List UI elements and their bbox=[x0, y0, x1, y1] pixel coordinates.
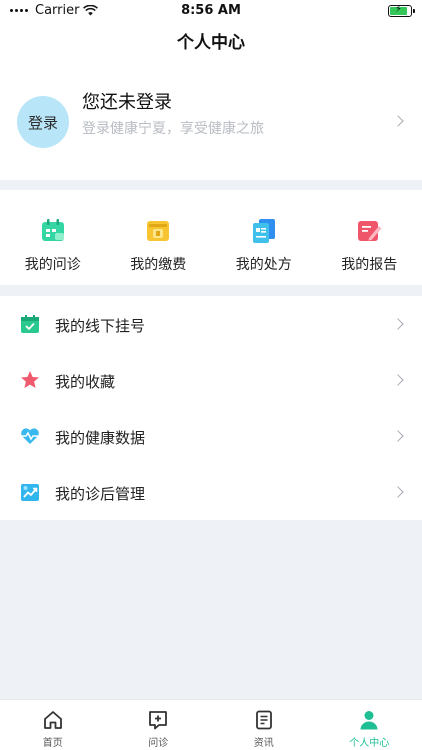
profile-name: 您还未登录 bbox=[82, 92, 172, 113]
quick-action-consultation[interactable]: 我的问诊 bbox=[0, 190, 106, 285]
chevron-right-icon bbox=[392, 318, 404, 330]
star-icon bbox=[21, 371, 39, 388]
menu-item-post-diagnosis[interactable]: 我的诊后管理 bbox=[0, 464, 422, 520]
quick-action-payment[interactable]: 我的缴费 bbox=[106, 190, 212, 285]
chevron-right-icon bbox=[392, 486, 404, 498]
quick-action-report[interactable]: 我的报告 bbox=[317, 190, 422, 285]
prescription-icon bbox=[252, 219, 275, 243]
tab-profile[interactable]: 个人中心 bbox=[317, 700, 422, 750]
tab-label: 问诊 bbox=[148, 738, 169, 749]
person-icon bbox=[360, 711, 378, 730]
chevron-right-icon bbox=[392, 430, 404, 442]
menu-item-offline-registration[interactable]: 我的线下挂号 bbox=[0, 296, 422, 352]
tab-news[interactable]: 资讯 bbox=[211, 700, 317, 750]
calendar-check-icon bbox=[21, 315, 39, 333]
login-avatar-button[interactable]: 登录 bbox=[17, 96, 69, 148]
menu-item-label: 我的诊后管理 bbox=[55, 485, 146, 503]
profile-card[interactable]: 登录 您还未登录 登录健康宁夏，享受健康之旅 bbox=[0, 64, 422, 180]
page-title: 个人中心 bbox=[0, 22, 422, 64]
medical-plus-icon bbox=[149, 711, 168, 730]
status-bar: Carrier 8:56 AM ⚡ bbox=[0, 0, 422, 22]
tab-label: 首页 bbox=[42, 738, 63, 749]
menu-list: 我的线下挂号 我的收藏 我的健康数据 我的诊后管理 bbox=[0, 296, 422, 520]
heart-pulse-icon bbox=[21, 428, 39, 444]
quick-action-label: 我的处方 bbox=[235, 257, 292, 273]
quick-action-label: 我的问诊 bbox=[24, 257, 81, 273]
quick-action-prescription[interactable]: 我的处方 bbox=[211, 190, 317, 285]
tab-home[interactable]: 首页 bbox=[0, 700, 106, 750]
report-icon bbox=[358, 221, 382, 241]
battery-icon: ⚡ bbox=[388, 4, 415, 17]
home-icon bbox=[43, 711, 62, 729]
profile-subtitle: 登录健康宁夏，享受健康之旅 bbox=[82, 121, 264, 137]
tab-consultation[interactable]: 问诊 bbox=[106, 700, 212, 750]
news-icon bbox=[255, 710, 272, 730]
quick-actions: 我的问诊 我的缴费 我的处方 我的报告 bbox=[0, 190, 422, 285]
consultation-icon bbox=[41, 219, 64, 241]
menu-item-health-data[interactable]: 我的健康数据 bbox=[0, 408, 422, 464]
tab-label: 个人中心 bbox=[349, 738, 390, 749]
tab-bar: 首页 问诊 资讯 个人中心 bbox=[0, 699, 422, 750]
tab-label: 资讯 bbox=[253, 738, 274, 749]
chevron-right-icon bbox=[392, 115, 404, 127]
menu-item-label: 我的线下挂号 bbox=[55, 317, 146, 335]
quick-action-label: 我的缴费 bbox=[130, 257, 187, 273]
chevron-right-icon bbox=[392, 374, 404, 386]
menu-item-label: 我的健康数据 bbox=[55, 429, 146, 447]
quick-action-label: 我的报告 bbox=[341, 257, 398, 273]
clock: 8:56 AM bbox=[181, 3, 241, 18]
trend-chart-icon bbox=[21, 484, 39, 501]
payment-icon bbox=[147, 221, 170, 241]
menu-item-label: 我的收藏 bbox=[55, 373, 116, 391]
menu-item-favorites[interactable]: 我的收藏 bbox=[0, 352, 422, 408]
